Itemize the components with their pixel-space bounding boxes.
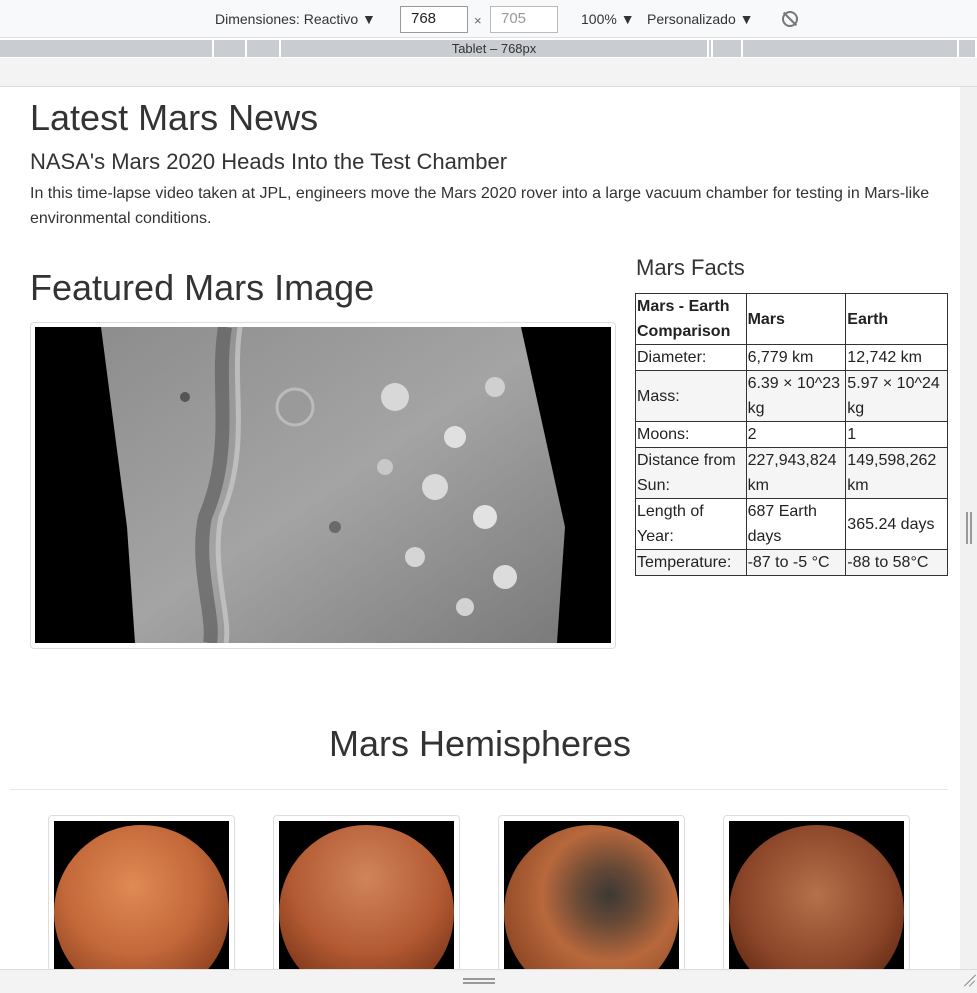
section-divider xyxy=(10,789,948,790)
news-teaser: In this time-lapse video taken at JPL, e… xyxy=(30,185,930,227)
mars-facts-table: Mars - Earth Comparison Mars Earth Diame… xyxy=(635,293,948,576)
schiaparelli-hemisphere-image xyxy=(279,821,454,969)
hemisphere-thumbnail[interactable] xyxy=(273,815,460,969)
hemisphere-thumbnail[interactable] xyxy=(723,815,910,969)
resize-handle-right-icon[interactable] xyxy=(966,512,972,544)
media-query-tablet[interactable]: Tablet – 768px xyxy=(281,40,707,57)
facts-cell: 687 Earth days xyxy=(745,498,847,550)
facts-cell: Temperature: xyxy=(635,549,747,576)
height-input[interactable]: 705 xyxy=(490,6,558,33)
media-query-bar: Tablet – 768px xyxy=(0,38,977,58)
resize-corner-icon[interactable] xyxy=(962,973,976,987)
facts-row: Moons: 2 1 xyxy=(635,421,948,448)
syrtis-major-hemisphere-image xyxy=(504,821,679,969)
facts-cell: Diameter: xyxy=(635,344,747,371)
media-query-segment[interactable] xyxy=(959,40,977,57)
media-query-segment[interactable] xyxy=(214,40,247,57)
facts-cell: 227,943,824 km xyxy=(745,447,847,499)
facts-row: Distance from Sun: 227,943,824 km 149,59… xyxy=(635,447,948,499)
media-query-segment[interactable] xyxy=(713,40,743,57)
facts-cell: 149,598,262 km xyxy=(845,447,948,499)
hemisphere-thumbnail[interactable] xyxy=(498,815,685,969)
facts-header-cell: Earth xyxy=(845,293,948,345)
news-headline[interactable]: NASA's Mars 2020 Heads Into the Test Cha… xyxy=(30,149,507,175)
facts-cell: -87 to -5 °C xyxy=(745,549,847,576)
facts-cell: 1 xyxy=(845,421,948,448)
facts-header-row: Mars - Earth Comparison Mars Earth xyxy=(635,293,948,345)
mars-surface-image xyxy=(101,327,565,643)
valles-marineris-hemisphere-image xyxy=(729,821,904,969)
facts-header-cell: Mars - Earth Comparison xyxy=(635,293,747,345)
featured-mars-image xyxy=(35,327,611,643)
facts-cell: 365.24 days xyxy=(845,498,948,550)
facts-cell: 2 xyxy=(745,421,847,448)
facts-cell: 6.39 × 10^23 kg xyxy=(745,370,847,422)
ruler-gap xyxy=(0,58,977,87)
facts-cell: 12,742 km xyxy=(845,344,948,371)
width-input[interactable]: 768 xyxy=(400,6,468,33)
rotate-icon[interactable] xyxy=(782,11,798,27)
page-viewport: Latest Mars News NASA's Mars 2020 Heads … xyxy=(0,87,960,969)
planet-disc xyxy=(54,825,229,969)
mars-facts-heading: Mars Facts xyxy=(636,255,745,280)
facts-cell: Mass: xyxy=(635,370,747,422)
media-query-segment[interactable] xyxy=(0,40,214,57)
facts-cell: Moons: xyxy=(635,421,747,448)
planet-disc xyxy=(729,825,904,969)
featured-image-heading: Featured Mars Image xyxy=(30,267,375,308)
planet-disc xyxy=(279,825,454,969)
featured-image-frame[interactable] xyxy=(30,322,616,649)
facts-cell: Distance from Sun: xyxy=(635,447,747,499)
facts-header-cell: Mars xyxy=(745,293,847,345)
cerberus-hemisphere-image xyxy=(54,821,229,969)
throttle-dropdown[interactable]: Personalizado ▼ xyxy=(647,11,753,27)
facts-cell: -88 to 58°C xyxy=(845,549,948,576)
planet-disc xyxy=(504,825,679,969)
media-query-segment[interactable] xyxy=(247,40,281,57)
hemisphere-thumbnail[interactable] xyxy=(48,815,235,969)
dimensions-dropdown[interactable]: Dimensiones: Reactivo ▼ xyxy=(215,11,376,27)
zoom-dropdown[interactable]: 100% ▼ xyxy=(581,11,635,27)
latest-news-heading: Latest Mars News xyxy=(30,97,319,138)
times-sign: × xyxy=(474,13,482,28)
facts-cell: 5.97 × 10^24 kg xyxy=(845,370,948,422)
facts-row: Diameter: 6,779 km 12,742 km xyxy=(635,344,948,371)
devtools-toolbar: Dimensiones: Reactivo ▼ 768 × 705 100% ▼… xyxy=(0,0,977,38)
facts-row: Temperature: -87 to -5 °C -88 to 58°C xyxy=(635,549,948,576)
facts-row: Mass: 6.39 × 10^23 kg 5.97 × 10^24 kg xyxy=(635,370,948,422)
facts-cell: 6,779 km xyxy=(745,344,847,371)
facts-row: Length of Year: 687 Earth days 365.24 da… xyxy=(635,498,948,550)
media-query-segment[interactable] xyxy=(743,40,959,57)
hemispheres-heading: Mars Hemispheres xyxy=(328,723,632,764)
facts-cell: Length of Year: xyxy=(635,498,747,550)
resize-handle-bottom-icon[interactable] xyxy=(463,978,495,984)
